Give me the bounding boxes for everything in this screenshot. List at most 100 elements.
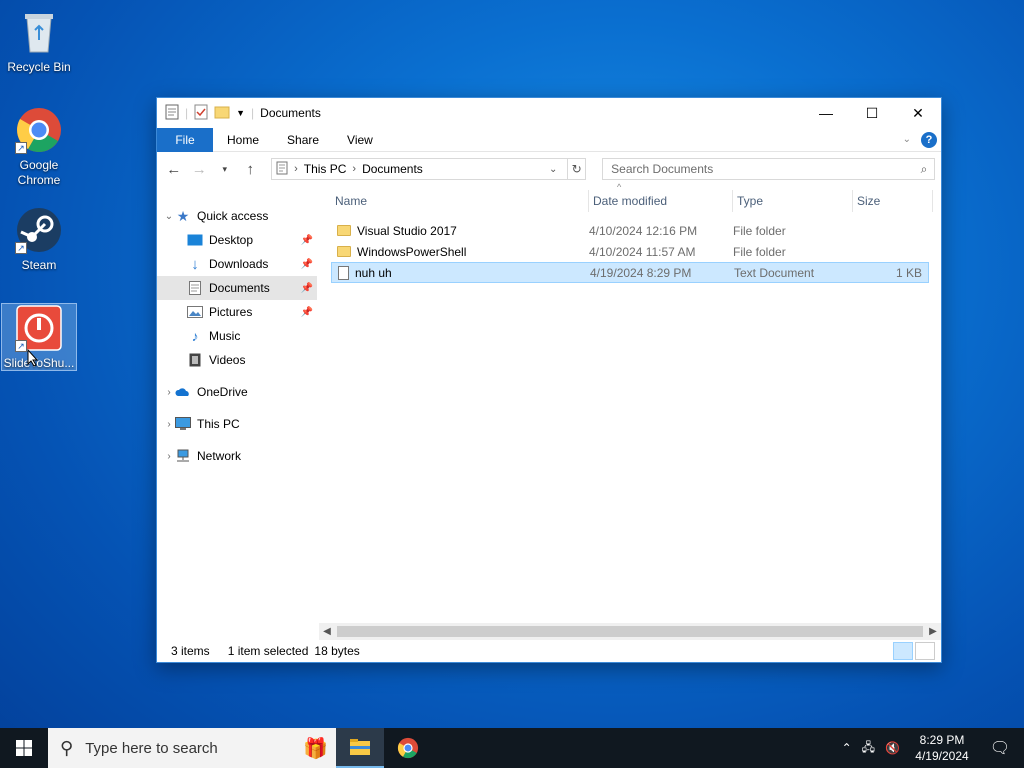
- taskbar-search-box[interactable]: ⚲ Type here to search 🎁: [48, 728, 336, 768]
- tab-view[interactable]: View: [333, 128, 387, 152]
- onedrive-icon: [175, 384, 191, 400]
- file-date: 4/10/2024 12:16 PM: [589, 223, 698, 238]
- chevron-up-icon[interactable]: ⌃: [842, 741, 852, 755]
- details-view-button[interactable]: [893, 642, 913, 660]
- slidetoshutdown-label: SlideToShu...: [3, 356, 75, 370]
- file-row[interactable]: WindowsPowerShell 4/10/2024 11:57 AM Fil…: [331, 241, 929, 262]
- nav-item-label: Videos: [209, 353, 246, 367]
- search-input[interactable]: Search Documents: [611, 162, 713, 176]
- system-tray: ⌃ 🖧 🔇 8:29 PM 4/19/2024 🗨: [842, 732, 1024, 764]
- file-type: Text Document: [734, 265, 815, 280]
- breadcrumb-documents[interactable]: Documents: [362, 162, 423, 176]
- address-dropdown-icon[interactable]: ⌄: [545, 164, 561, 175]
- scrollbar-thumb[interactable]: [337, 626, 923, 637]
- expand-ribbon-icon[interactable]: ⌄: [903, 134, 911, 145]
- recent-locations-dropdown[interactable]: ▾: [214, 158, 236, 180]
- sort-ascending-icon: ^: [617, 182, 622, 192]
- nav-quick-access-label: Quick access: [197, 209, 269, 223]
- nav-quick-access[interactable]: ⌄ ★ Quick access: [157, 204, 317, 228]
- file-explorer-icon: [350, 739, 370, 755]
- notification-center-icon[interactable]: 🗨: [984, 738, 1016, 758]
- chevron-down-icon[interactable]: ⌄: [163, 211, 175, 222]
- column-header-date[interactable]: Date modified: [589, 190, 733, 212]
- title-bar[interactable]: | ▼ | Documents — ☐ ✕: [157, 98, 941, 128]
- help-icon[interactable]: ?: [921, 131, 937, 148]
- address-bar[interactable]: › This PC › Documents ⌄ ↻: [271, 158, 587, 180]
- large-icons-view-button[interactable]: [915, 642, 935, 660]
- star-icon: ★: [176, 207, 190, 224]
- nav-item-pictures[interactable]: Pictures 📌: [157, 300, 317, 324]
- desktop-icon-google-chrome[interactable]: ↗ Google Chrome: [1, 106, 77, 188]
- forward-button[interactable]: →: [189, 158, 211, 180]
- taskbar: ⚲ Type here to search 🎁 ⌃ 🖧 🔇 8:29 PM 4/…: [0, 728, 1024, 768]
- network-icon[interactable]: 🖧: [862, 738, 875, 759]
- windows-logo-icon: [16, 740, 32, 756]
- power-icon: ↗: [15, 304, 63, 352]
- chrome-icon: [397, 737, 419, 759]
- nav-item-label: Desktop: [209, 233, 254, 247]
- clock-date: 4/19/2024: [915, 749, 969, 763]
- shortcut-arrow-icon: ↗: [15, 340, 27, 352]
- pin-icon: 📌: [300, 258, 313, 270]
- quick-access-toolbar: | ▼ |: [165, 104, 254, 123]
- clock[interactable]: 8:29 PM 4/19/2024: [910, 732, 974, 764]
- minimize-button[interactable]: —: [803, 98, 849, 128]
- this-pc-icon: [175, 416, 191, 432]
- taskbar-chrome[interactable]: [384, 728, 432, 768]
- recycle-bin-label: Recycle Bin: [7, 60, 71, 74]
- address-separator-icon: ›: [352, 163, 357, 175]
- chevron-right-icon[interactable]: ›: [163, 419, 175, 430]
- back-button[interactable]: ←: [163, 158, 185, 180]
- scroll-right-icon[interactable]: ▶: [925, 626, 941, 637]
- taskbar-file-explorer[interactable]: [336, 728, 384, 768]
- search-box[interactable]: Search Documents ⌕: [602, 158, 935, 180]
- column-header-size[interactable]: Size: [853, 190, 933, 212]
- desktop-icon-slidetoshutdown[interactable]: ↗ SlideToShu...: [1, 303, 77, 371]
- nav-this-pc[interactable]: › This PC: [157, 412, 317, 436]
- nav-item-label: Downloads: [209, 257, 269, 271]
- file-name: nuh uh: [355, 265, 392, 280]
- chevron-right-icon[interactable]: ›: [163, 451, 175, 462]
- scroll-left-icon[interactable]: ◀: [319, 626, 335, 637]
- properties-icon[interactable]: [194, 104, 208, 123]
- desktop-icon-recycle-bin[interactable]: Recycle Bin: [1, 8, 77, 75]
- nav-onedrive[interactable]: › OneDrive: [157, 380, 317, 404]
- nav-item-documents[interactable]: Documents 📌: [157, 276, 317, 300]
- customize-toolbar-dropdown-icon[interactable]: ▼: [236, 108, 245, 118]
- new-folder-icon[interactable]: [214, 105, 230, 122]
- nav-item-videos[interactable]: Videos: [157, 348, 317, 372]
- taskbar-search-input[interactable]: Type here to search: [85, 740, 218, 757]
- start-button[interactable]: [0, 728, 48, 768]
- steam-label: Steam: [21, 258, 57, 272]
- nav-item-downloads[interactable]: ↓ Downloads 📌: [157, 252, 317, 276]
- column-header-name[interactable]: Name: [331, 190, 589, 212]
- close-button[interactable]: ✕: [895, 98, 941, 128]
- volume-muted-icon[interactable]: 🔇: [885, 741, 900, 755]
- horizontal-scrollbar[interactable]: ◀ ▶: [319, 623, 941, 640]
- breadcrumb-this-pc[interactable]: This PC: [304, 162, 347, 176]
- file-row-selected[interactable]: nuh uh 4/19/2024 8:29 PM Text Document 1…: [331, 262, 929, 283]
- document-icon[interactable]: [165, 104, 179, 123]
- window-title: Documents: [260, 106, 321, 120]
- nav-item-label: Pictures: [209, 305, 253, 319]
- nav-item-desktop[interactable]: Desktop 📌: [157, 228, 317, 252]
- recycle-bin-icon: [15, 8, 63, 56]
- folder-icon: [337, 246, 351, 257]
- maximize-button[interactable]: ☐: [849, 98, 895, 128]
- tab-file[interactable]: File: [157, 127, 213, 152]
- nav-network-label: Network: [197, 449, 242, 463]
- this-pc-small-icon: [276, 161, 288, 178]
- file-row[interactable]: Visual Studio 2017 4/10/2024 12:16 PM Fi…: [331, 220, 929, 241]
- refresh-icon[interactable]: ↻: [567, 159, 585, 179]
- search-icon[interactable]: ⌕: [914, 162, 934, 177]
- nav-item-music[interactable]: ♪ Music: [157, 324, 317, 348]
- column-header-type[interactable]: Type: [733, 190, 853, 212]
- tab-home[interactable]: Home: [213, 128, 273, 152]
- chevron-right-icon[interactable]: ›: [163, 387, 175, 398]
- up-button[interactable]: ↑: [240, 158, 262, 180]
- file-type: File folder: [733, 223, 786, 238]
- desktop-icon-steam[interactable]: ↗ Steam: [1, 206, 77, 273]
- tab-share[interactable]: Share: [273, 128, 333, 152]
- nav-network[interactable]: › Network: [157, 444, 317, 468]
- music-icon: ♪: [191, 328, 199, 344]
